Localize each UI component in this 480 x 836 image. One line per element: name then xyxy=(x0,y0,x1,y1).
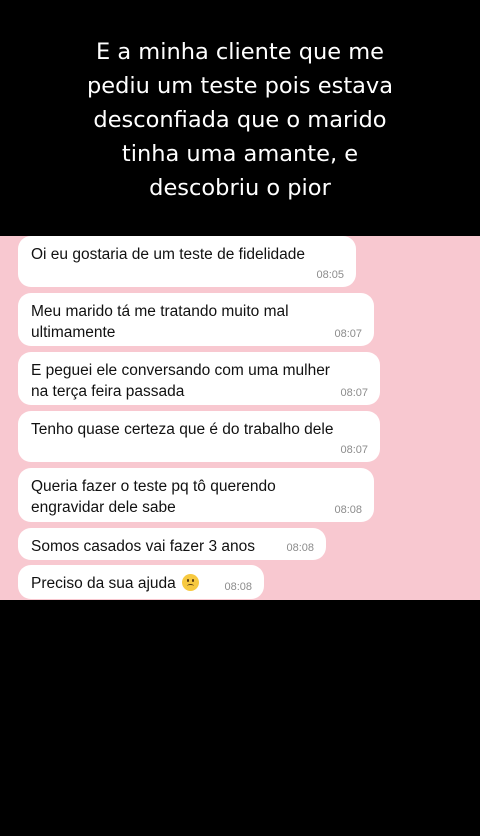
message-bubble[interactable]: Tenho quase certeza que é do trabalho de… xyxy=(18,411,380,462)
message-bubble[interactable]: Preciso da sua ajuda 08:08 xyxy=(18,565,264,599)
message-time: 08:07 xyxy=(340,387,368,399)
message-time: 08:08 xyxy=(334,504,362,516)
worried-face-emoji xyxy=(182,574,200,591)
message-time: 08:07 xyxy=(334,328,362,340)
message-time: 08:08 xyxy=(224,581,252,593)
caption-line: desconfiada que o marido xyxy=(93,107,387,133)
message-bubble[interactable]: Queria fazer o teste pq tô querendo engr… xyxy=(18,468,374,522)
message-text: engravidar dele sabe xyxy=(31,499,176,516)
message-bubble[interactable]: Meu marido tá me tratando muito mal ulti… xyxy=(18,293,374,346)
caption-line: descobriu o pior xyxy=(149,175,331,201)
message-text-content: Preciso da sua ajuda xyxy=(31,575,176,592)
message-time: 08:07 xyxy=(340,444,368,456)
chat-screenshot: Oi eu gostaria de um teste de fidelidade… xyxy=(0,236,480,600)
message-text: Oi eu gostaria de um teste de fidelidade xyxy=(31,246,306,263)
video-caption: E a minha cliente que me pediu um teste … xyxy=(0,0,480,236)
message-text: na terça feira passada xyxy=(31,383,185,400)
caption-line: tinha uma amante, e xyxy=(121,141,359,167)
message-bubble[interactable]: Somos casados vai fazer 3 anos 08:08 xyxy=(18,528,326,560)
message-time: 08:05 xyxy=(316,269,344,281)
message-bubble[interactable]: E peguei ele conversando com uma mulher … xyxy=(18,352,380,405)
message-text: Queria fazer o teste pq tô querendo xyxy=(31,478,276,495)
message-text: Tenho quase certeza que é do trabalho de… xyxy=(31,421,334,438)
message-text: Preciso da sua ajuda xyxy=(31,573,251,594)
message-text: ultimamente xyxy=(31,324,116,341)
caption-line: pediu um teste pois estava xyxy=(86,73,394,99)
caption-line: E a minha cliente que me xyxy=(95,39,385,65)
message-bubble[interactable]: Oi eu gostaria de um teste de fidelidade… xyxy=(18,236,356,287)
message-text: Meu marido tá me tratando muito mal xyxy=(31,303,289,320)
message-text: E peguei ele conversando com uma mulher xyxy=(31,362,330,379)
message-text: Somos casados vai fazer 3 anos xyxy=(31,538,256,555)
black-background xyxy=(0,600,480,836)
message-time: 08:08 xyxy=(286,542,314,554)
